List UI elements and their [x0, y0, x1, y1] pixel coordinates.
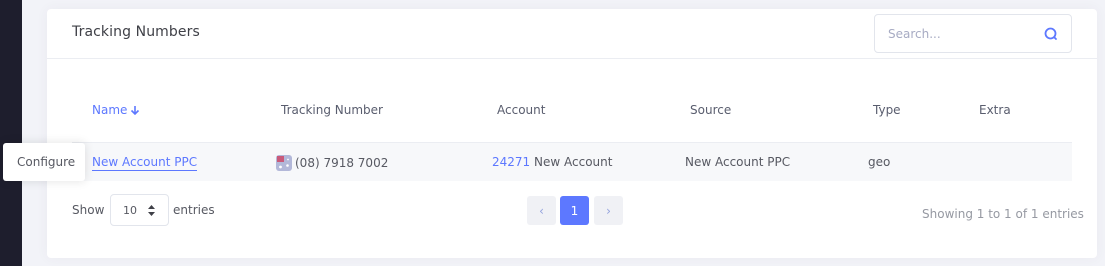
row-tracking-number-cell: (08) 7918 7002 [276, 155, 388, 171]
tracking-number-text: (08) 7918 7002 [295, 156, 389, 170]
configure-tooltip: Configure [3, 143, 85, 181]
card-header: Tracking Numbers [47, 9, 1097, 59]
search-icon[interactable] [1043, 26, 1059, 42]
column-header-source[interactable]: Source [690, 103, 731, 117]
column-header-account[interactable]: Account [497, 103, 545, 117]
entries-label: entries [173, 203, 215, 217]
column-header-extra[interactable]: Extra [979, 103, 1011, 117]
page-size-select[interactable]: 10 [110, 194, 169, 226]
page-title: Tracking Numbers [72, 24, 200, 40]
page-size-value: 10 [123, 204, 137, 217]
app-sidebar-edge [0, 0, 22, 266]
column-header-type[interactable]: Type [873, 103, 901, 117]
column-header-name[interactable]: Name [92, 103, 140, 117]
sort-caret-icon [148, 205, 155, 216]
row-name-link[interactable]: New Account PPC [92, 155, 198, 171]
search-input[interactable] [876, 16, 1036, 51]
account-name-text: New Account [534, 155, 613, 169]
row-type-cell: geo [868, 155, 891, 169]
search-box[interactable] [874, 14, 1072, 53]
row-source-cell: New Account PPC [685, 155, 791, 169]
row-name-cell: New Account PPC [92, 155, 198, 171]
column-header-label: Name [92, 103, 128, 117]
entries-summary: Showing 1 to 1 of 1 entries [922, 207, 1084, 221]
row-account-cell: 24271 New Account [492, 155, 612, 169]
pagination-page-1[interactable]: 1 [560, 196, 589, 225]
pagination-next-button[interactable]: › [594, 196, 623, 225]
australia-flag-icon [276, 155, 292, 171]
arrow-down-icon [131, 106, 140, 115]
column-header-tracking-number[interactable]: Tracking Number [281, 103, 383, 117]
pagination-prev-button[interactable]: ‹ [527, 196, 556, 225]
show-label: Show [72, 203, 105, 217]
account-id-link[interactable]: 24271 [492, 155, 530, 169]
